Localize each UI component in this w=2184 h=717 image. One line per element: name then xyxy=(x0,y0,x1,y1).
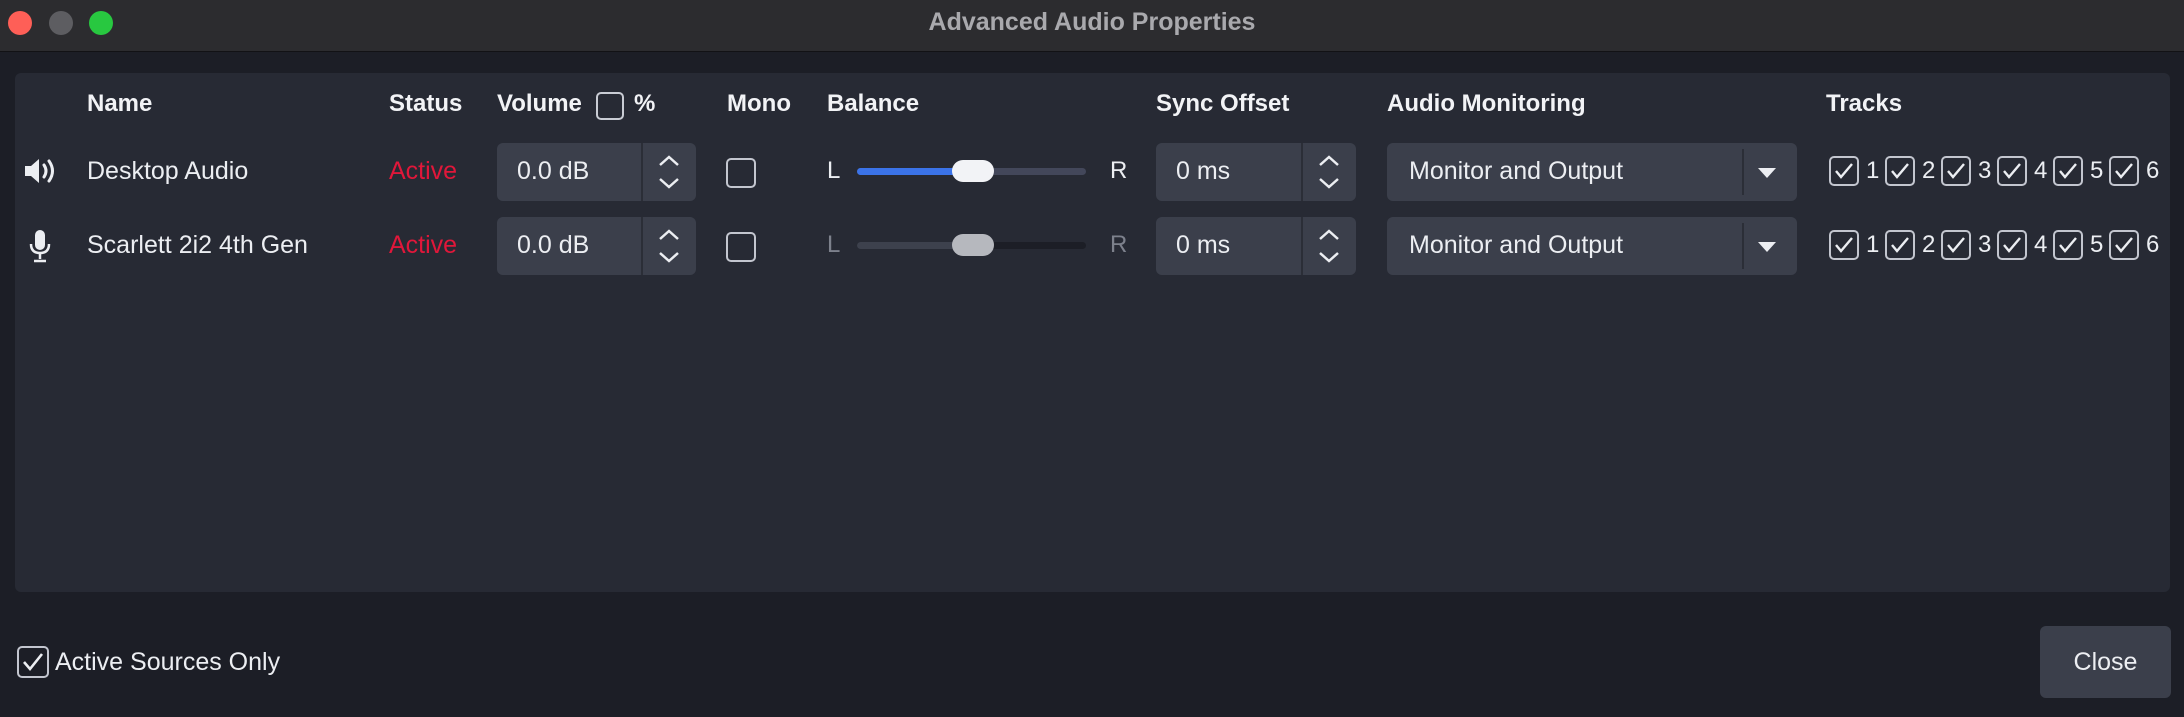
header-audio-monitoring: Audio Monitoring xyxy=(1387,90,1586,117)
chevron-down-icon[interactable] xyxy=(1757,167,1777,179)
sync-offset-value[interactable]: 0 ms xyxy=(1176,157,1230,186)
volume-spinbox[interactable]: 0.0 dB xyxy=(497,143,696,201)
spin-arrows-icon[interactable] xyxy=(642,217,696,275)
spin-arrows-icon[interactable] xyxy=(1302,143,1356,201)
track-6-label: 6 xyxy=(2146,231,2160,258)
track-6-label: 6 xyxy=(2146,157,2160,184)
spin-arrows-icon[interactable] xyxy=(642,143,696,201)
header-name: Name xyxy=(87,90,153,117)
source-name: Scarlett 2i2 4th Gen xyxy=(87,231,308,259)
header-tracks: Tracks xyxy=(1826,90,1903,117)
source-name: Desktop Audio xyxy=(87,157,249,185)
sync-offset-spinbox[interactable]: 0 ms xyxy=(1156,143,1356,201)
track-2-checkbox[interactable] xyxy=(1885,156,1915,186)
track-3-checkbox[interactable] xyxy=(1941,230,1971,260)
balance-slider-handle[interactable] xyxy=(952,160,994,182)
status-badge: Active xyxy=(389,157,458,185)
track-3-label: 3 xyxy=(1978,231,1992,258)
header-volume: Volume xyxy=(497,90,582,117)
volume-value[interactable]: 0.0 dB xyxy=(517,157,589,186)
header-status: Status xyxy=(389,90,463,117)
status-badge: Active xyxy=(389,231,458,259)
speaker-icon xyxy=(25,159,54,183)
audio-properties-table xyxy=(15,73,2170,592)
track-5-checkbox[interactable] xyxy=(2053,156,2083,186)
chevron-down-icon[interactable] xyxy=(1757,241,1777,253)
header-sync-offset: Sync Offset xyxy=(1156,90,1290,117)
sync-offset-value[interactable]: 0 ms xyxy=(1176,231,1230,260)
track-1-checkbox[interactable] xyxy=(1829,156,1859,186)
track-4-checkbox[interactable] xyxy=(1997,156,2027,186)
audio-monitoring-dropdown[interactable]: Monitor and Output xyxy=(1387,217,1797,275)
sync-offset-spinbox[interactable]: 0 ms xyxy=(1156,217,1356,275)
track-1-label: 1 xyxy=(1866,231,1880,258)
volume-spinbox[interactable]: 0.0 dB xyxy=(497,217,696,275)
header-mono: Mono xyxy=(727,90,791,117)
track-4-checkbox[interactable] xyxy=(1997,230,2027,260)
track-1-label: 1 xyxy=(1866,157,1880,184)
track-2-label: 2 xyxy=(1922,231,1936,258)
track-5-checkbox[interactable] xyxy=(2053,230,2083,260)
header-volume-unit: % xyxy=(634,90,656,117)
close-button[interactable]: Close xyxy=(2040,626,2171,698)
track-4-label: 4 xyxy=(2034,157,2048,184)
track-5-label: 5 xyxy=(2090,157,2104,184)
active-sources-only-checkbox[interactable] xyxy=(17,646,49,678)
active-sources-only-label[interactable]: Active Sources Only xyxy=(55,648,280,677)
track-4-label: 4 xyxy=(2034,231,2048,258)
window-title: Advanced Audio Properties xyxy=(928,8,1256,36)
track-6-checkbox[interactable] xyxy=(2109,230,2139,260)
volume-percent-checkbox[interactable] xyxy=(596,92,624,120)
balance-slider-handle[interactable] xyxy=(952,234,994,256)
balance-right-label: R xyxy=(1110,157,1128,184)
spin-arrows-icon[interactable] xyxy=(1302,217,1356,275)
balance-left-label: L xyxy=(827,231,841,258)
track-2-label: 2 xyxy=(1922,157,1936,184)
mono-checkbox[interactable] xyxy=(726,232,756,262)
balance-left-label: L xyxy=(827,157,841,184)
track-6-checkbox[interactable] xyxy=(2109,156,2139,186)
balance-right-label: R xyxy=(1110,231,1128,258)
title-bar: Advanced Audio Properties xyxy=(0,0,2184,52)
header-balance: Balance xyxy=(827,90,920,117)
audio-monitoring-dropdown[interactable]: Monitor and Output xyxy=(1387,143,1797,201)
track-2-checkbox[interactable] xyxy=(1885,230,1915,260)
microphone-icon xyxy=(29,230,51,263)
track-3-label: 3 xyxy=(1978,157,1992,184)
volume-value[interactable]: 0.0 dB xyxy=(517,231,589,260)
track-3-checkbox[interactable] xyxy=(1941,156,1971,186)
audio-monitoring-value: Monitor and Output xyxy=(1409,231,1624,259)
mono-checkbox[interactable] xyxy=(726,158,756,188)
track-5-label: 5 xyxy=(2090,231,2104,258)
track-1-checkbox[interactable] xyxy=(1829,230,1859,260)
audio-monitoring-value: Monitor and Output xyxy=(1409,157,1624,185)
